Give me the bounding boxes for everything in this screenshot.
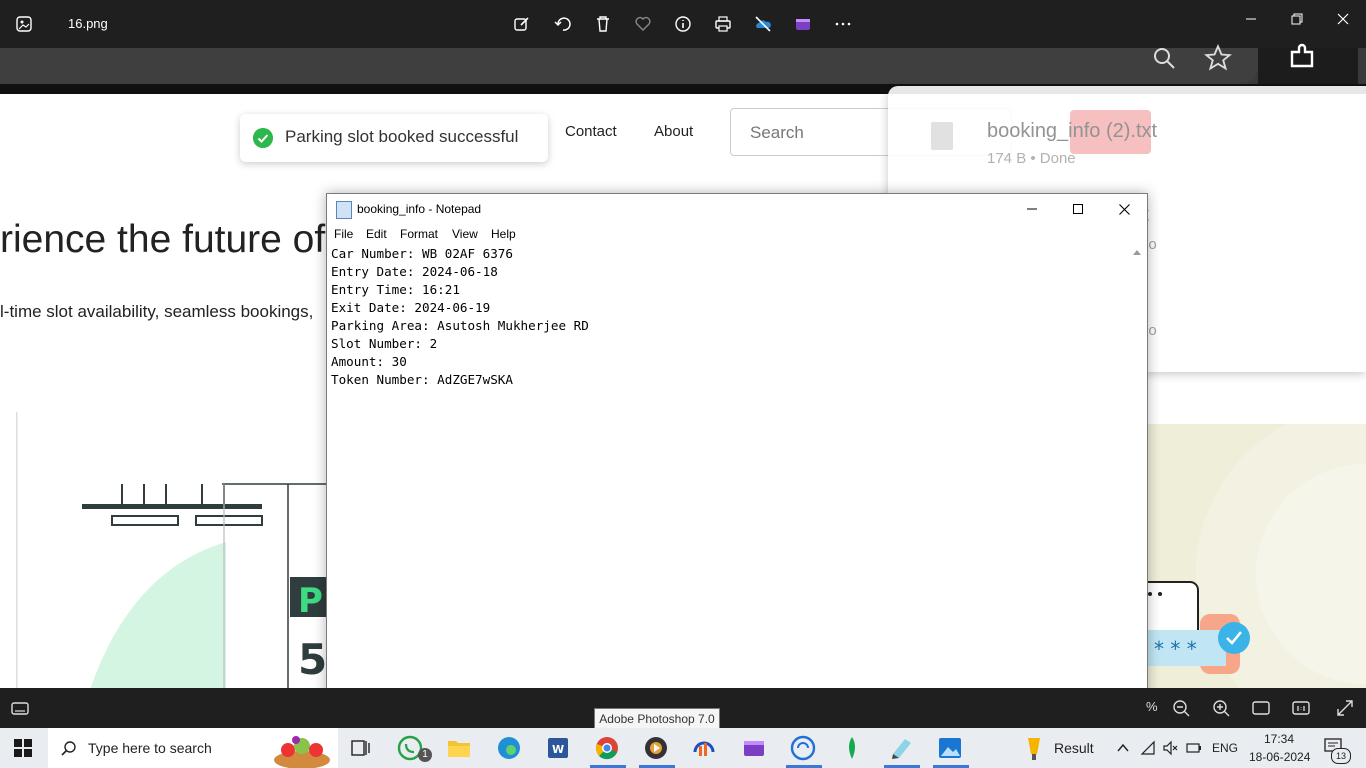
zoom-percent: % <box>1146 699 1158 714</box>
more-icon[interactable] <box>831 12 855 36</box>
browser-toolbar <box>0 43 1366 94</box>
delete-icon[interactable] <box>591 12 615 36</box>
nav-about[interactable]: About <box>654 123 693 140</box>
file-icon <box>931 122 953 150</box>
extension-puzzle-icon[interactable] <box>1288 42 1318 72</box>
clock-time[interactable]: 17:34 <box>1264 732 1294 746</box>
volume-muted-icon[interactable] <box>1162 740 1178 756</box>
rotate-icon[interactable] <box>551 12 575 36</box>
menu-help[interactable]: Help <box>491 227 516 241</box>
full-screen-icon[interactable] <box>1336 699 1354 717</box>
actual-size-icon[interactable] <box>1292 699 1310 717</box>
notepad-text-area[interactable]: Car Number: WB 02AF 6376 Entry Date: 202… <box>331 245 589 389</box>
notepad-title: booking_info - Notepad <box>357 202 482 216</box>
zoom-in-icon[interactable] <box>1212 699 1230 717</box>
notepad-maximize-button[interactable] <box>1055 198 1101 220</box>
notification-count: 13 <box>1331 748 1351 764</box>
toast-message: Parking slot booked successful <box>285 127 519 146</box>
text-line: Amount: 30 <box>331 354 407 369</box>
clipchamp-taskbar-icon[interactable] <box>740 734 768 762</box>
close-button[interactable] <box>1332 8 1354 30</box>
restore-button[interactable] <box>1286 8 1308 30</box>
viewer-title-bar: 16.png <box>0 0 1366 48</box>
result-icon[interactable] <box>1024 736 1044 762</box>
text-line: Slot Number: 2 <box>331 336 438 351</box>
download-meta: 174 B • Done <box>987 150 1076 167</box>
hero-title: rience the future of <box>0 218 326 261</box>
browser-address-area <box>0 44 1258 84</box>
notepad-title-bar[interactable]: booking_info - Notepad <box>327 194 1147 224</box>
text-line: Entry Time: 16:21 <box>331 282 460 297</box>
parking-illustration: P 5 <box>16 412 346 688</box>
taskbar-search-input[interactable]: Type here to search <box>48 728 338 768</box>
menu-file[interactable]: File <box>334 227 353 241</box>
search-icon <box>61 741 76 756</box>
nav-contact[interactable]: Contact <box>565 123 617 140</box>
edge-icon[interactable] <box>495 734 523 762</box>
extensions-area <box>1258 43 1358 84</box>
battery-icon[interactable] <box>1186 740 1202 756</box>
sync-app-icon[interactable] <box>789 734 817 762</box>
weather-label[interactable]: Result <box>1054 740 1094 756</box>
minimize-button[interactable] <box>1240 8 1262 30</box>
file-name: 16.png <box>68 16 108 31</box>
menu-edit[interactable]: Edit <box>366 227 387 241</box>
bookmark-star-icon[interactable] <box>1204 44 1232 72</box>
text-line: Parking Area: Asutosh Mukherjee RD <box>331 318 589 333</box>
wifi-icon[interactable] <box>1140 740 1156 756</box>
audacity-icon[interactable] <box>690 734 718 762</box>
taskbar-tooltip: Adobe Photoshop 7.0 <box>594 708 720 730</box>
photos-taskbar-icon[interactable] <box>936 734 964 762</box>
success-toast: Parking slot booked successful <box>240 114 548 162</box>
fruit-basket-icon <box>274 736 330 768</box>
media-player-icon[interactable] <box>642 734 670 762</box>
text-line: Token Number: AdZGE7wSKA <box>331 372 513 387</box>
filmstrip-icon[interactable] <box>11 699 29 717</box>
notepad-icon <box>336 201 352 219</box>
info-icon[interactable] <box>671 12 695 36</box>
mongodb-icon[interactable] <box>838 734 866 762</box>
parking-sign-letter: P <box>298 581 323 621</box>
notepad-menu-bar: File Edit Format View Help <box>327 224 1147 244</box>
hero-subtitle: l-time slot availability, seamless booki… <box>0 302 314 321</box>
whatsapp-badge: 1 <box>418 748 432 762</box>
clipchamp-icon[interactable] <box>791 12 815 36</box>
chevron-up-icon[interactable] <box>1116 741 1130 755</box>
photos-app-icon <box>16 16 32 32</box>
notepad-window: booking_info - Notepad File Edit Format … <box>326 193 1148 735</box>
notepad-minimize-button[interactable] <box>1009 198 1055 220</box>
language-indicator[interactable]: ENG <box>1212 741 1238 755</box>
zoom-icon[interactable] <box>1152 46 1178 72</box>
taskbar-search-placeholder: Type here to search <box>88 740 212 756</box>
text-line: Entry Date: 2024-06-18 <box>331 264 498 279</box>
scroll-up-icon[interactable] <box>1133 250 1141 255</box>
download-file-name[interactable]: booking_info (2).txt <box>987 120 1157 143</box>
taskbar: Type here to search 1 W Result ENG 17:34… <box>0 728 1366 768</box>
chrome-icon[interactable] <box>593 734 621 762</box>
notepad-taskbar-icon[interactable] <box>887 734 915 762</box>
notepad-close-button[interactable] <box>1101 198 1147 220</box>
word-icon[interactable]: W <box>544 734 572 762</box>
menu-view[interactable]: View <box>452 227 478 241</box>
check-icon <box>253 128 273 148</box>
zoom-out-icon[interactable] <box>1172 699 1190 717</box>
hero-right-graphic: * * * <box>1139 404 1366 688</box>
svg-text:W: W <box>552 743 564 756</box>
menu-format[interactable]: Format <box>400 227 438 241</box>
print-icon[interactable] <box>711 12 735 36</box>
favorite-icon[interactable] <box>631 12 655 36</box>
parking-sign-number: 5 <box>298 635 327 684</box>
text-line: Exit Date: 2024-06-19 <box>331 300 491 315</box>
onedrive-icon[interactable] <box>751 12 775 36</box>
clock-date[interactable]: 18-06-2024 <box>1249 750 1310 764</box>
search-placeholder: Search <box>750 123 804 142</box>
svg-text:* * *: * * * <box>1154 637 1197 661</box>
task-view-icon[interactable] <box>346 734 374 762</box>
notepad-scrollbar[interactable] <box>1129 244 1146 734</box>
text-line: Car Number: WB 02AF 6376 <box>331 246 513 261</box>
windows-start-icon[interactable] <box>14 739 32 757</box>
file-explorer-icon[interactable] <box>445 734 473 762</box>
edit-icon[interactable] <box>510 12 534 36</box>
fit-screen-icon[interactable] <box>1252 699 1270 717</box>
